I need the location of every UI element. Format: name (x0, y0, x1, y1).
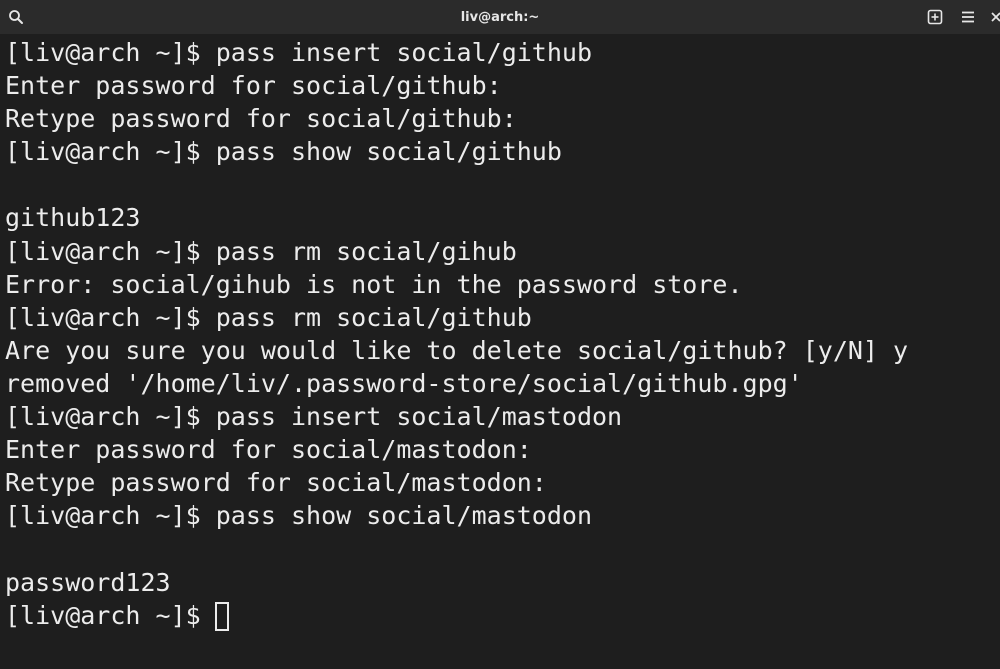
terminal-line: Enter password for social/github: (5, 71, 502, 101)
search-icon[interactable] (4, 5, 28, 29)
terminal-line: Retype password for social/github: (5, 104, 517, 134)
terminal-line: [liv@arch ~]$ pass insert social/github (5, 38, 592, 67)
terminal-line: password123 (5, 567, 171, 597)
terminal-line: [liv@arch ~]$ pass show social/github (5, 137, 562, 167)
terminal-line: Enter password for social/mastodon: (5, 435, 532, 465)
terminal-line: [liv@arch ~]$ pass show social/mastodon (5, 501, 592, 531)
terminal-window: liv@arch:~ [liv@arch ~]$ pass insert soc… (0, 0, 1000, 669)
terminal-line: Are you sure you would like to delete so… (5, 335, 909, 365)
terminal-line: [liv@arch ~]$ pass rm social/github (5, 302, 532, 332)
terminal-line: [liv@arch ~]$ pass insert social/mastodo… (5, 402, 623, 432)
window-title: liv@arch:~ (460, 9, 540, 25)
shell-prompt: [liv@arch ~]$ (5, 600, 201, 630)
title-bar: liv@arch:~ (0, 0, 1000, 34)
terminal-line: Retype password for social/mastodon: (5, 468, 547, 498)
terminal-line: Error: social/gihub is not in the passwo… (5, 269, 743, 299)
prompt-line: [liv@arch ~]$ (5, 599, 995, 632)
terminal-line: github123 (5, 203, 141, 233)
terminal-output[interactable]: [liv@arch ~]$ pass insert social/github … (5, 36, 995, 666)
text-cursor (214, 601, 229, 631)
new-tab-icon[interactable] (923, 5, 947, 29)
terminal-line: removed '/home/liv/.password-store/socia… (5, 368, 803, 398)
close-icon[interactable] (984, 5, 1000, 29)
terminal-line: [liv@arch ~]$ pass rm social/gihub (5, 236, 517, 266)
hamburger-menu-icon[interactable] (956, 5, 980, 29)
